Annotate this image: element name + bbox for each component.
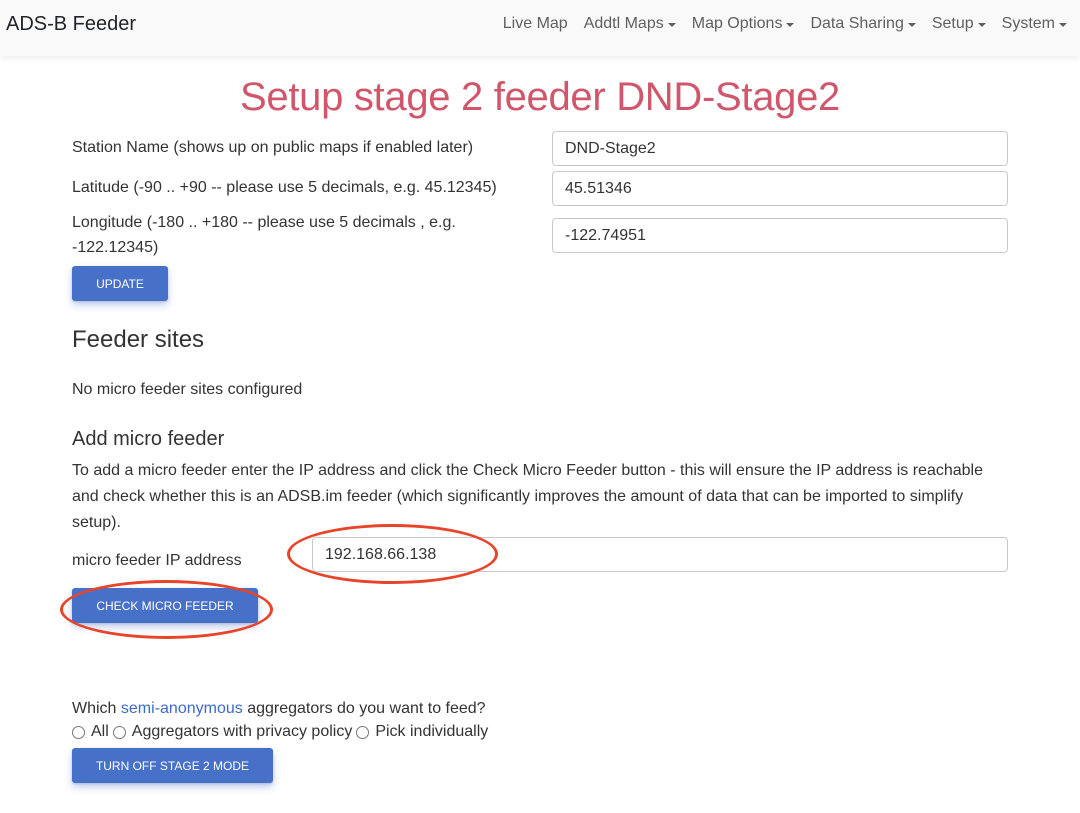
nav-item-label: Addtl Maps xyxy=(583,15,664,32)
caret-down-icon xyxy=(977,22,986,27)
radio-privacy-policy[interactable] xyxy=(112,725,126,739)
caret-down-icon xyxy=(667,22,676,27)
station-name-input[interactable] xyxy=(552,131,1008,166)
nav-item-label: System xyxy=(1001,15,1055,32)
feeder-sites-heading: Feeder sites xyxy=(72,326,205,353)
radio-pick-individually[interactable] xyxy=(356,725,370,739)
nav-item-system[interactable]: System xyxy=(1002,15,1067,33)
nav-item-map-options[interactable]: Map Options xyxy=(692,15,795,33)
micro-feeder-ip-label: micro feeder IP address xyxy=(72,552,242,569)
nav-item-label: Data Sharing xyxy=(810,15,904,32)
latitude-label: Latitude (-90 .. +90 -- please use 5 dec… xyxy=(72,179,497,196)
radio-all[interactable] xyxy=(72,725,85,739)
aggregators-question-suffix: aggregators do you want to feed? xyxy=(247,700,486,717)
update-button[interactable]: Update xyxy=(72,266,168,301)
nav-item-label: Setup xyxy=(931,15,974,32)
radio-pick-individually-label[interactable]: Pick individually xyxy=(375,723,488,741)
check-micro-feeder-button[interactable]: Check Micro Feeder xyxy=(72,588,258,623)
semi-anonymous-link[interactable]: semi-anonymous xyxy=(121,700,243,717)
no-feeder-sites-message: No micro feeder sites configured xyxy=(72,381,303,398)
longitude-label-line2: -122.12345) xyxy=(72,239,159,256)
radio-privacy-policy-label[interactable]: Aggregators with privacy policy xyxy=(132,723,353,741)
micro-feeder-ip-input[interactable] xyxy=(312,537,1008,572)
latitude-input[interactable] xyxy=(552,171,1008,206)
page-title: Setup stage 2 feeder DND-Stage2 xyxy=(240,75,840,119)
nav-item-setup[interactable]: Setup xyxy=(932,15,986,33)
nav-menu: Live Map Addtl Maps Map Options Data Sha… xyxy=(487,15,1067,33)
nav-item-data-sharing[interactable]: Data Sharing xyxy=(810,15,916,33)
nav-item-live-map[interactable]: Live Map xyxy=(503,15,568,33)
add-micro-feeder-description: To add a micro feeder enter the IP addre… xyxy=(72,462,983,531)
aggregator-radio-group: All Aggregators with privacy policy Pick… xyxy=(72,723,492,741)
navbar: ADS-B Feeder Live Map Addtl Maps Map Opt… xyxy=(0,0,1080,56)
nav-item-addtl-maps[interactable]: Addtl Maps xyxy=(584,15,676,33)
brand-link[interactable]: ADS-B Feeder xyxy=(6,13,136,36)
add-micro-feeder-heading: Add micro feeder xyxy=(72,428,225,450)
aggregators-question: Which semi-anonymous aggregators do you … xyxy=(72,696,1012,722)
turn-off-stage2-button[interactable]: Turn off stage 2 mode xyxy=(72,748,273,783)
nav-item-label: Live Map xyxy=(502,15,568,32)
aggregators-question-prefix: Which xyxy=(72,700,117,717)
caret-down-icon xyxy=(907,22,916,27)
station-name-label: Station Name (shows up on public maps if… xyxy=(72,139,474,156)
caret-down-icon xyxy=(1059,22,1067,27)
longitude-label: Longitude (-180 .. +180 -- please use 5 … xyxy=(72,210,456,260)
nav-item-label: Map Options xyxy=(691,15,783,32)
longitude-label-line1: Longitude (-180 .. +180 -- please use 5 … xyxy=(72,214,456,231)
caret-down-icon xyxy=(786,22,795,27)
radio-all-label[interactable]: All xyxy=(91,723,109,741)
longitude-input[interactable] xyxy=(552,218,1008,253)
